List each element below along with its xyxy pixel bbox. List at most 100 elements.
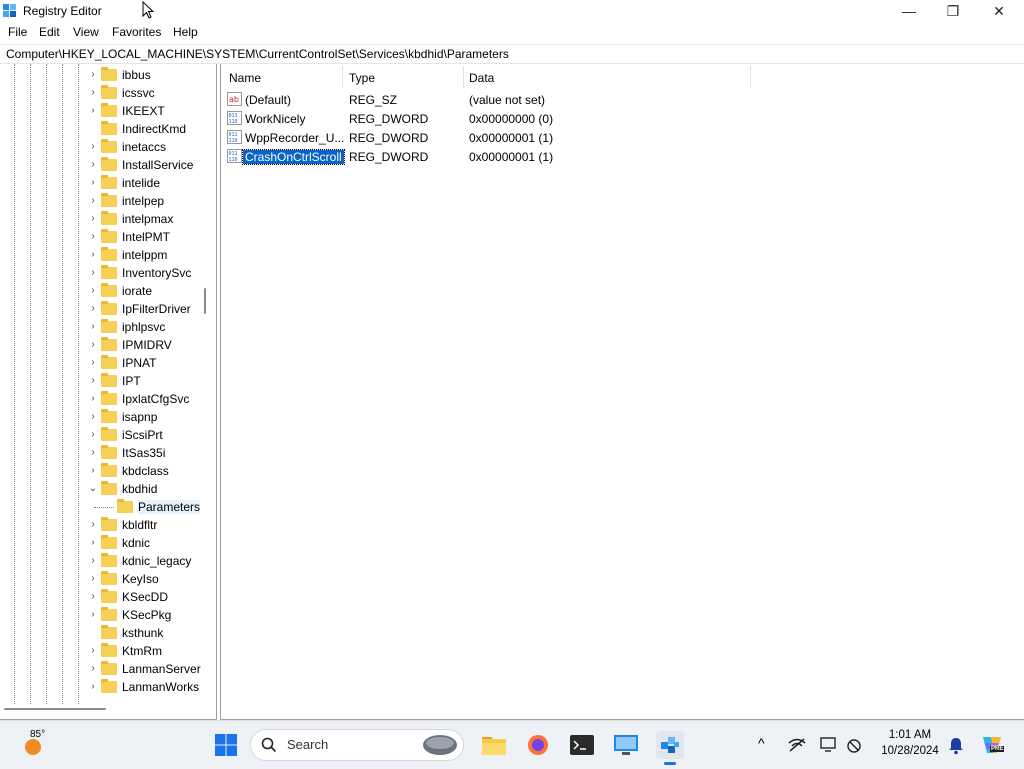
tree-node-label[interactable]: IntelPMT [122,230,170,244]
tree-node[interactable]: ksthunk [0,624,200,642]
tree-node[interactable]: › intelide [0,174,200,192]
tree-node[interactable]: ⌄ kbdhid [0,480,200,498]
tree-node[interactable]: › KSecPkg [0,606,200,624]
value-row[interactable]: 011 110 WorkNicely REG_DWORD 0x00000000 (0) [221,109,821,128]
network-icon[interactable] [788,737,806,753]
tree-node[interactable]: › IKEEXT [0,102,200,120]
terminal-button[interactable] [568,731,596,759]
chevron-right-icon[interactable]: › [88,249,98,260]
value-name[interactable]: CrashOnCtrlScroll [242,149,345,165]
tree-node-label[interactable]: InstallService [122,158,193,172]
close-button[interactable]: ✕ [976,0,1022,22]
tree-node-label[interactable]: inetaccs [122,140,166,154]
tree-node[interactable]: › isapnp [0,408,200,426]
tree-node[interactable]: › ItSas35i [0,444,200,462]
tree-node-label[interactable]: kbldfltr [122,518,157,532]
chevron-right-icon[interactable]: › [88,645,98,656]
tree-node[interactable]: Parameters [0,498,201,516]
chevron-right-icon[interactable]: › [88,591,98,602]
value-row[interactable]: ab (Default) REG_SZ (value not set) [221,90,821,109]
values-list-pane[interactable]: Name Type Data ab (Default) REG_SZ (value n… [220,64,1024,720]
tree-node-label[interactable]: intelide [122,176,160,190]
chevron-right-icon[interactable]: › [88,555,98,566]
address-path[interactable]: Computer\HKEY_LOCAL_MACHINE\SYSTEM\Curre… [6,47,509,61]
tree-node[interactable]: › LanmanServer [0,660,201,678]
tree-node-label[interactable]: Parameters [138,500,201,514]
tree-node[interactable]: › kbldfltr [0,516,200,534]
tree-node[interactable]: › KeyIso [0,570,200,588]
tree-node-label[interactable]: KSecDD [122,590,168,604]
tree-node[interactable]: › intelppm [0,246,200,264]
menu-file[interactable]: File [8,25,27,39]
tree-node-label[interactable]: KeyIso [122,572,159,586]
column-header-name[interactable]: Name [221,64,341,90]
tree-node-label[interactable]: ItSas35i [122,446,165,460]
tree-node[interactable]: › iorate [0,282,200,300]
tree-node[interactable]: › KSecDD [0,588,200,606]
tree-node[interactable]: › InstallService [0,156,200,174]
chevron-right-icon[interactable]: › [88,429,98,440]
tree-node-label[interactable]: iphlpsvc [122,320,165,334]
value-row[interactable]: 011 110 WppRecorder_U... REG_DWORD 0x0000000… [221,128,821,147]
value-name[interactable]: (Default) [245,93,291,107]
chevron-right-icon[interactable]: › [88,303,98,314]
chevron-right-icon[interactable]: › [88,69,98,80]
tree-node-label[interactable]: ksthunk [122,626,163,640]
column-separator[interactable] [750,66,751,88]
chevron-right-icon[interactable]: › [88,339,98,350]
clock-time[interactable]: 1:01 AM [878,729,942,741]
value-row[interactable]: 011 110 CrashOnCtrlScroll REG_DWORD 0x000000… [221,147,821,166]
tree-node[interactable]: › IpFilterDriver [0,300,200,318]
chevron-right-icon[interactable]: › [88,357,98,368]
tree-node[interactable]: › iphlpsvc [0,318,200,336]
tree-node[interactable]: › IPT [0,372,200,390]
tree-node-label[interactable]: iorate [122,284,152,298]
chevron-right-icon[interactable]: › [88,321,98,332]
chevron-right-icon[interactable]: › [88,87,98,98]
key-tree-pane[interactable]: › ibbus › icssvc › IKEEXT IndirectKmd › inetaccs… [0,64,217,720]
value-name[interactable]: WppRecorder_U... [245,131,344,145]
copilot-button[interactable]: PRE [978,731,1006,759]
tree-node[interactable]: › ibbus [0,66,200,84]
tree-node[interactable]: › kdnic_legacy [0,552,200,570]
chevron-right-icon[interactable]: › [88,681,98,692]
tree-node[interactable]: › iScsiPrt [0,426,200,444]
tree-node[interactable]: › kdnic [0,534,200,552]
chevron-right-icon[interactable]: › [88,177,98,188]
tree-node-label[interactable]: InventorySvc [122,266,191,280]
chevron-right-icon[interactable]: › [88,375,98,386]
chevron-right-icon[interactable]: › [88,411,98,422]
tree-node-label[interactable]: IPT [122,374,141,388]
registry-editor-taskbar-button[interactable] [656,731,684,759]
minimize-button[interactable]: — [886,0,932,22]
chevron-right-icon[interactable]: › [88,519,98,530]
tree-node-label[interactable]: kbdhid [122,482,157,496]
tree-node[interactable]: › inetaccs [0,138,200,156]
chevron-right-icon[interactable]: › [88,447,98,458]
notification-bell-icon[interactable] [948,737,964,755]
tree-node[interactable]: › IPNAT [0,354,200,372]
tree-node[interactable]: › IntelPMT [0,228,200,246]
tree-node[interactable]: › InventorySvc [0,264,200,282]
menu-view[interactable]: View [73,25,99,39]
tree-node-label[interactable]: intelpmax [122,212,173,226]
chevron-right-icon[interactable]: › [88,465,98,476]
tree-node-label[interactable]: LanmanServer [122,662,201,676]
value-name[interactable]: WorkNicely [245,112,305,126]
title-bar[interactable]: Registry Editor — ❐ ✕ [0,0,1024,22]
tree-node[interactable]: › intelpmax [0,210,200,228]
chevron-right-icon[interactable]: › [88,663,98,674]
address-bar[interactable]: Computer\HKEY_LOCAL_MACHINE\SYSTEM\Curre… [0,44,1024,64]
menu-edit[interactable]: Edit [39,25,60,39]
file-explorer-button[interactable] [480,731,508,759]
chevron-right-icon[interactable]: › [88,285,98,296]
tree-node-label[interactable]: intelppm [122,248,167,262]
tree-node-label[interactable]: KtmRm [122,644,162,658]
tree-node-label[interactable]: icssvc [122,86,155,100]
tree-node[interactable]: › intelpep [0,192,200,210]
menu-help[interactable]: Help [173,25,198,39]
tree-node[interactable]: › IPMIDRV [0,336,200,354]
tree-node-label[interactable]: ibbus [122,68,151,82]
chevron-right-icon[interactable]: › [88,573,98,584]
chevron-right-icon[interactable]: › [88,393,98,404]
